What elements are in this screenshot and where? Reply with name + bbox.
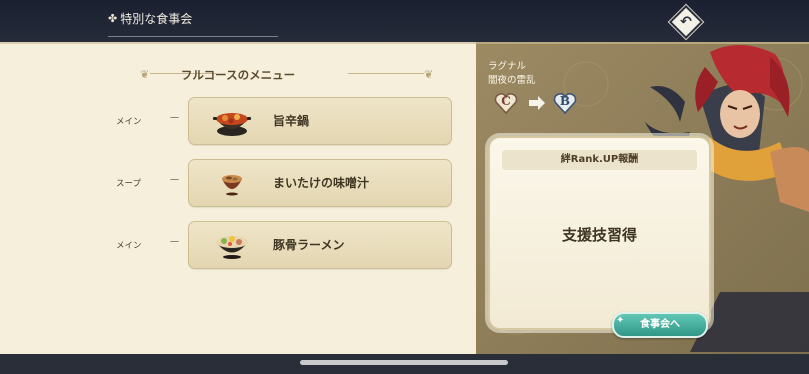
screen-title-text: 特別な食事会	[120, 12, 193, 26]
go-to-meal-label: 食事会へ	[640, 319, 680, 330]
course-category-2: スープ	[116, 179, 141, 189]
screen-title: ✤ 特別な食事会	[108, 10, 192, 27]
back-button[interactable]: ↶	[671, 7, 701, 37]
flower-emblem-icon: ✤	[108, 12, 118, 25]
menu-heading: フルコースのメニュー	[180, 68, 296, 82]
rank-from-badge: C	[494, 91, 518, 115]
return-arrow-icon: ↶	[680, 14, 692, 30]
character-title: 闇夜の雷乱	[488, 75, 536, 86]
dish-name-1: 旨辛鍋	[273, 114, 310, 128]
arrow-right-icon	[529, 96, 545, 110]
rank-from-letter: C	[501, 94, 511, 108]
miso-soup-icon	[222, 175, 242, 196]
reward-description: 支援技習得	[561, 226, 637, 244]
title-underline	[108, 36, 278, 37]
dish-card-1[interactable]: 旨辛鍋	[188, 97, 452, 145]
sparkle-icon: ✦	[616, 315, 625, 326]
course-category-1: メイン	[116, 117, 142, 127]
course-dash-3: —	[170, 237, 179, 247]
home-indicator[interactable]	[300, 360, 508, 365]
reward-header: 絆Rank.UP報酬	[502, 150, 697, 170]
dish-card-2[interactable]: まいたけの味噌汁	[188, 159, 452, 207]
go-to-meal-button[interactable]: ✦ 食事会へ	[612, 312, 708, 338]
reward-card: 絆Rank.UP報酬 支援技習得	[488, 136, 711, 330]
course-dash-1: —	[170, 113, 179, 123]
course-dash-2: —	[170, 175, 179, 185]
spicy-hotpot-icon	[213, 113, 251, 136]
dish-name-2: まいたけの味噌汁	[273, 176, 370, 190]
rank-to-letter: B	[559, 94, 571, 108]
tonkotsu-ramen-icon	[216, 236, 248, 259]
course-category-3: メイン	[116, 241, 142, 251]
character-name: ラグナル	[488, 61, 527, 72]
dish-name-3: 豚骨ラーメン	[273, 238, 345, 252]
rank-to-badge: B	[553, 91, 577, 115]
dish-card-3[interactable]: 豚骨ラーメン	[188, 221, 452, 269]
